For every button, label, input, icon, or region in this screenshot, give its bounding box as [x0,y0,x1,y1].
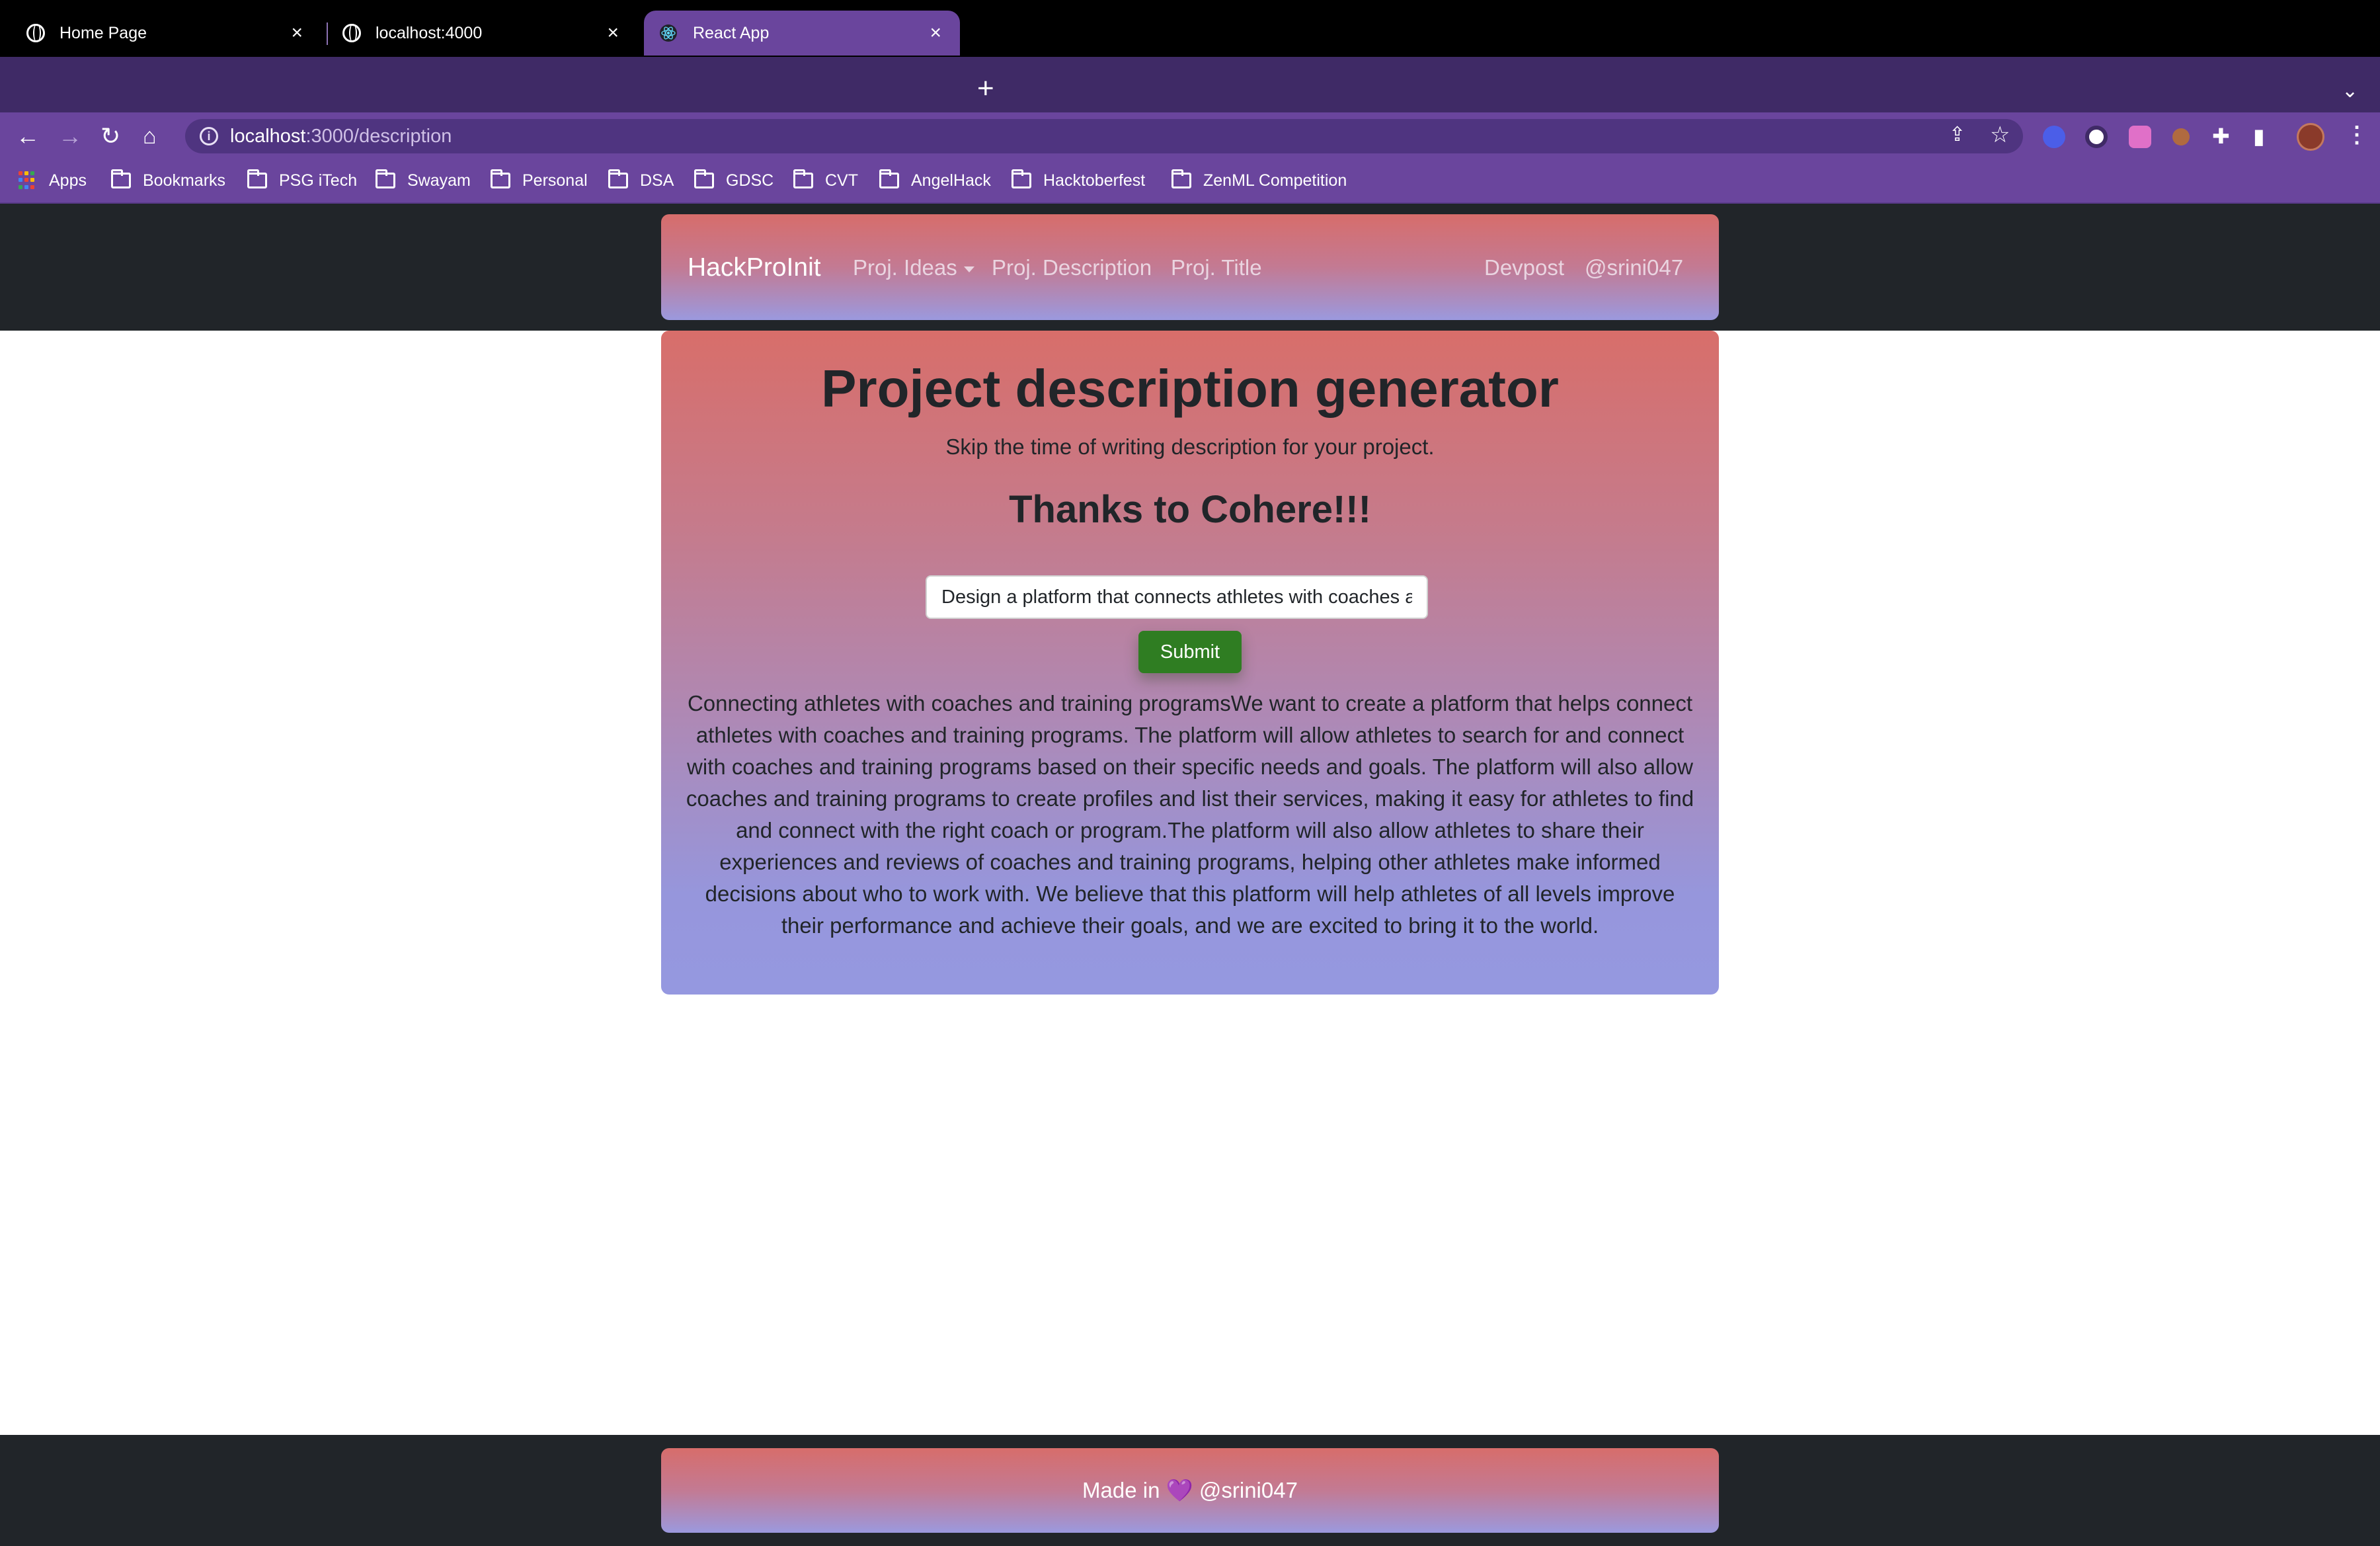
bookmark-label: Personal [522,171,588,190]
globe-icon [342,24,361,42]
submit-button[interactable]: Submit [1138,631,1242,673]
apps-grid-icon [19,171,37,190]
tab-home-page[interactable]: Home Page × [0,11,321,56]
nav-proj-ideas-dropdown[interactable]: Proj. Ideas [853,254,974,282]
tab-title: localhost:4000 [376,23,483,42]
back-arrow-icon[interactable]: ← [16,123,40,149]
nav-devpost[interactable]: Devpost [1484,254,1564,282]
bookmark-label: Bookmarks [143,171,226,190]
reload-icon[interactable]: ↻ [100,123,120,149]
bookmark-folder[interactable]: AngelHack [879,169,991,192]
extension-dark-mode-icon[interactable] [2085,126,2108,148]
nav-link-label: Proj. Ideas [853,255,957,280]
tab-strip [0,57,2380,112]
url-host: localhost [230,126,306,147]
folder-icon [1012,169,1031,188]
bookmark-folder[interactable]: PSG iTech [247,169,357,192]
bookmark-label: Hacktoberfest [1043,171,1146,190]
nav-proj-title[interactable]: Proj. Title [1171,254,1262,282]
bookmark-label: CVT [825,171,858,190]
globe-icon [26,24,45,42]
nav-github-handle[interactable]: @srini047 [1585,254,1683,282]
folder-icon [1171,169,1191,188]
bookmark-folder[interactable]: Swayam [376,169,471,192]
nav-proj-description[interactable]: Proj. Description [992,254,1152,282]
extension-pink-icon[interactable] [2129,126,2151,148]
page-title: Project description generator [821,359,1559,418]
home-icon[interactable]: ⌂ [143,123,157,149]
folder-icon [793,169,813,188]
folder-icon [608,169,628,188]
close-icon[interactable]: × [291,23,303,43]
footer-text: Made in 💜 @srini047 [661,1476,1719,1505]
bookmark-star-icon[interactable]: ☆ [1990,122,2010,148]
folder-icon [879,169,899,188]
folder-icon [111,169,131,188]
bookmark-folder[interactable]: Bookmarks [111,169,225,192]
thanks-heading: Thanks to Cohere!!! [1009,488,1371,531]
tab-title: Home Page [60,23,147,42]
footer-handle[interactable]: @srini047 [1199,1478,1298,1502]
share-icon[interactable]: ⇪ [1949,123,1965,146]
tab-react-app[interactable]: React App × [644,11,960,56]
extension-blue-icon[interactable] [2043,126,2065,148]
url-path: :3000/description [305,126,452,147]
tab-localhost-4000[interactable]: localhost:4000 × [316,11,637,56]
bookmark-folder[interactable]: Hacktoberfest [1012,169,1145,192]
caret-down-icon [963,266,974,272]
bookmark-folder[interactable]: GDSC [694,169,774,192]
puzzle-extensions-icon[interactable]: ✚ [2212,123,2230,149]
bookmark-apps[interactable]: Apps [19,169,87,192]
folder-icon [247,169,267,188]
bookmark-label: DSA [640,171,674,190]
bookmark-folder[interactable]: CVT [793,169,858,192]
side-panel-icon[interactable]: ▮ [2253,123,2265,149]
generated-description: Connecting athletes with coaches and tra… [686,691,1694,938]
folder-icon [491,169,510,188]
bookmark-label: Swayam [407,171,471,190]
folder-icon [376,169,395,188]
close-icon[interactable]: × [607,23,619,43]
react-icon [660,24,677,42]
site-info-icon[interactable]: i [200,127,218,145]
page-subtitle: Skip the time of writing description for… [945,434,1435,459]
bookmark-label: Apps [49,171,87,190]
bookmark-label: PSG iTech [279,171,358,190]
new-tab-button[interactable]: + [977,74,994,103]
url-text[interactable]: localhost:3000/description [230,123,452,149]
navbar-brand[interactable]: HackProInit [688,253,821,283]
footer-prefix: Made in [1082,1478,1160,1502]
address-bar[interactable] [185,119,2023,153]
bookmark-label: AngelHack [911,171,991,190]
close-icon[interactable]: × [930,23,941,43]
forward-arrow-icon[interactable]: → [58,123,82,149]
heart-icon: 💜 [1166,1478,1193,1502]
bookmark-label: GDSC [726,171,774,190]
tab-search-chevron-icon[interactable]: ⌄ [2342,79,2358,102]
extension-small-icon[interactable] [2172,128,2190,145]
bookmark-folder[interactable]: DSA [608,169,674,192]
idea-input[interactable] [926,575,1428,619]
tab-title: React App [693,23,770,42]
more-menu-icon[interactable]: ⋮ [2346,122,2368,148]
profile-avatar[interactable] [2297,123,2324,151]
folder-icon [694,169,714,188]
bookmark-folder[interactable]: ZenML Competition [1171,169,1347,192]
bookmark-label: ZenML Competition [1203,171,1347,190]
bookmark-folder[interactable]: Personal [491,169,588,192]
